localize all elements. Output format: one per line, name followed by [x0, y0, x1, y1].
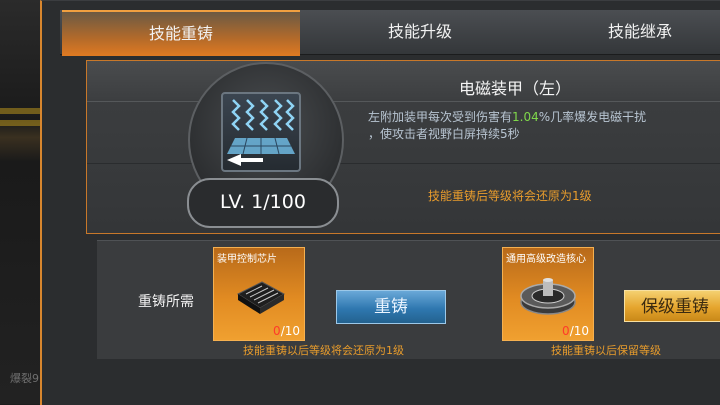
material-name: 装甲控制芯片 [217, 254, 277, 265]
electromagnetic-armor-icon [221, 92, 301, 172]
tab-skill-inherit[interactable]: 技能继承 [540, 10, 720, 54]
background-caption: 爆裂9 [10, 372, 39, 385]
skill-description: 左附加装甲每次受到伤害有1.04%几率爆发电磁干扰 ，使攻击者视野白屏持续5秒 [368, 109, 688, 143]
reset-level-note: 技能重铸后等级将会还原为1级 [428, 189, 592, 203]
material-slot-armor-chip[interactable]: 装甲控制芯片 0/10 [213, 247, 305, 341]
skill-level-badge: LV. 1/100 [187, 178, 339, 228]
skill-desc-line2: ，使攻击者视野白屏持续5秒 [368, 127, 520, 141]
skill-desc-value: 1.04 [512, 110, 539, 124]
keep-level-reforge-button[interactable]: 保级重铸 [624, 290, 720, 322]
tab-bar: 技能重铸 技能升级 技能继承 [60, 10, 720, 56]
skill-name: 电磁装甲（左） [458, 79, 571, 98]
material-count: 0/10 [562, 324, 589, 338]
background-stripe [0, 108, 40, 114]
reforge-note: 技能重铸以后等级将会还原为1级 [243, 344, 404, 357]
divider [87, 101, 720, 102]
material-slot-upgrade-core[interactable]: 通用高级改造核心 0/10 [502, 247, 594, 341]
material-name: 通用高级改造核心 [506, 254, 586, 265]
reforge-button[interactable]: 重铸 [336, 290, 446, 324]
background-stripe [0, 120, 40, 126]
skill-desc-suffix: %几率爆发电磁干扰 [538, 110, 647, 124]
keep-level-note: 技能重铸以后保留等级 [551, 344, 661, 357]
divider [87, 163, 720, 164]
skill-desc-prefix: 左附加装甲每次受到伤害有 [368, 110, 513, 124]
core-icon [520, 278, 576, 315]
requirements-label: 重铸所需 [138, 294, 194, 310]
chip-icon [236, 281, 286, 314]
material-count: 0/10 [273, 324, 300, 338]
background-scene [0, 0, 40, 404]
tab-skill-reforge[interactable]: 技能重铸 [62, 10, 300, 56]
tab-skill-upgrade[interactable]: 技能升级 [300, 10, 540, 54]
